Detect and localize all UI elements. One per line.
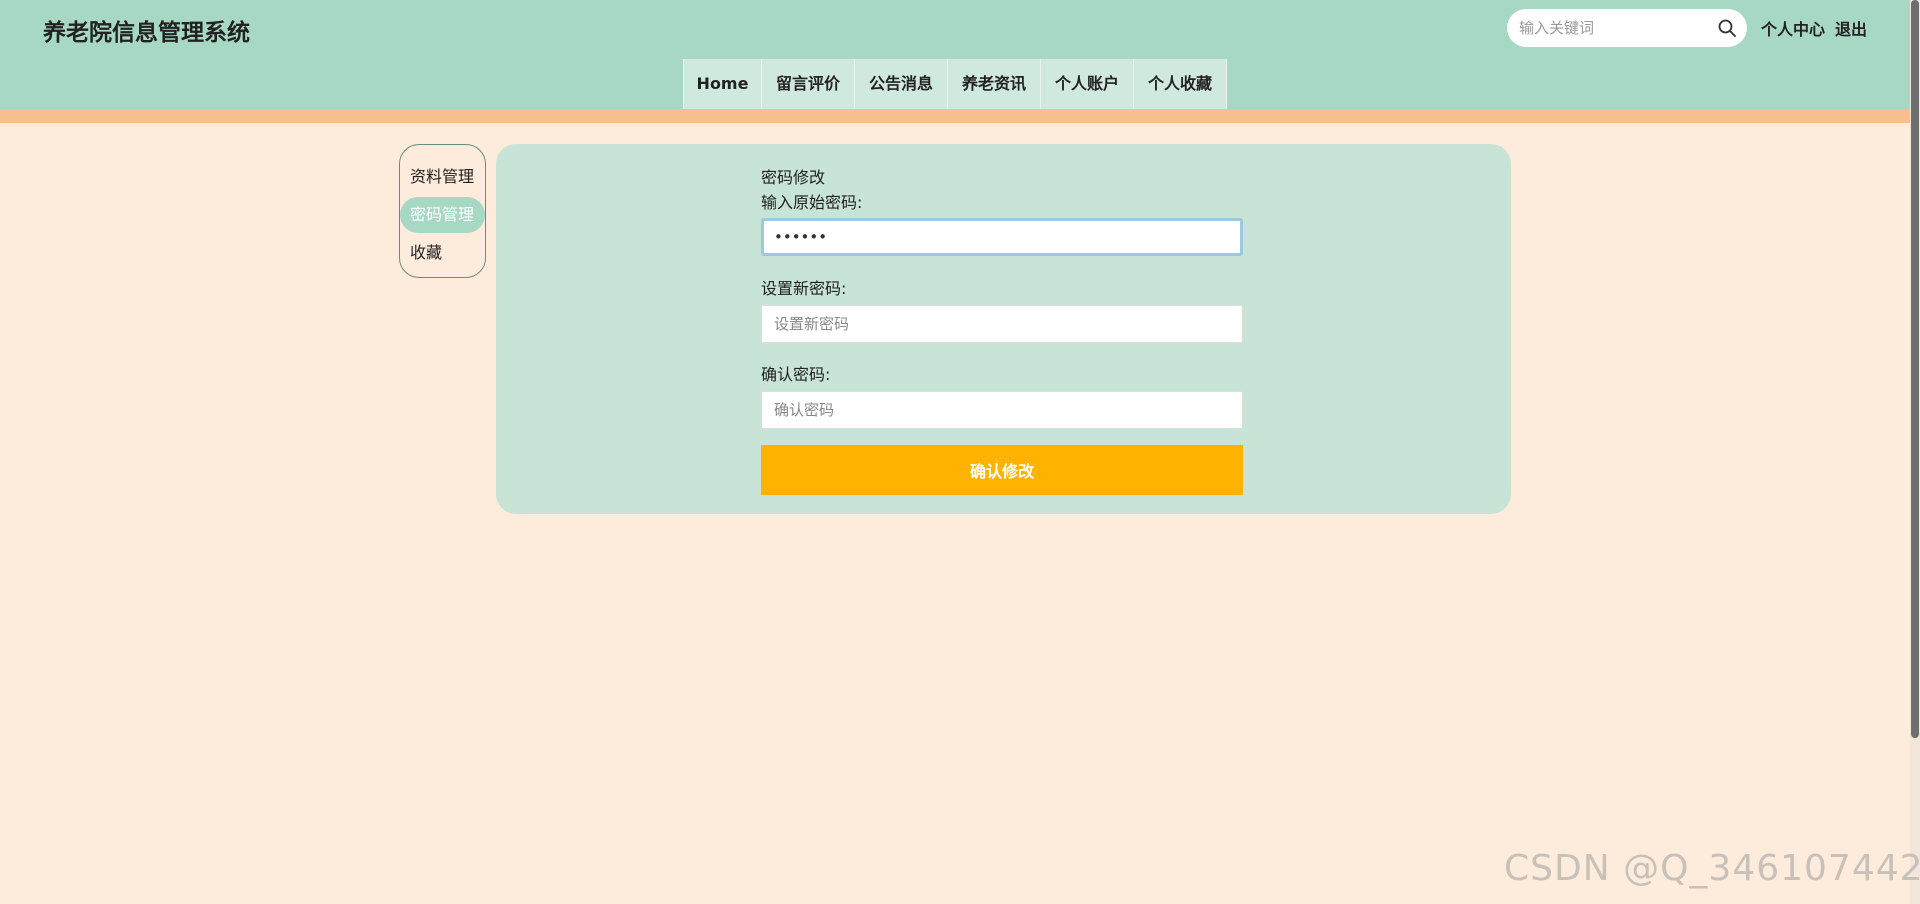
sidebar-item-password[interactable]: 密码管理 (400, 197, 485, 233)
confirm-change-button[interactable]: 确认修改 (761, 445, 1243, 495)
side-menu: 资料管理 密码管理 收藏 (399, 144, 486, 278)
nav-item-announcements[interactable]: 公告消息 (855, 59, 948, 109)
header: 养老院信息管理系统 个人中心 退出 Home 留言评价 公告消息 养老资讯 个人… (0, 0, 1920, 109)
form-title: 密码修改 (761, 168, 826, 187)
logout-link[interactable]: 退出 (1835, 16, 1867, 40)
sidebar-item-profile[interactable]: 资料管理 (400, 159, 485, 195)
watermark: CSDN @Q_3461074420 (1504, 848, 1920, 889)
nav-item-home[interactable]: Home (684, 59, 762, 109)
nav-item-favorites[interactable]: 个人收藏 (1134, 59, 1227, 109)
password-panel: 密码修改 输入原始密码: 设置新密码: 确认密码: 确认修改 (496, 144, 1511, 514)
new-password-label: 设置新密码: (761, 279, 847, 298)
nav-item-account[interactable]: 个人账户 (1041, 59, 1134, 109)
confirm-password-input[interactable] (761, 391, 1243, 429)
old-password-label: 输入原始密码: (761, 193, 863, 212)
sidebar-item-favorites[interactable]: 收藏 (400, 235, 485, 271)
old-password-input[interactable] (761, 218, 1243, 256)
nav-item-news[interactable]: 养老资讯 (948, 59, 1041, 109)
nav-item-feedback[interactable]: 留言评价 (762, 59, 855, 109)
personal-center-link[interactable]: 个人中心 (1761, 16, 1825, 40)
page: 养老院信息管理系统 个人中心 退出 Home 留言评价 公告消息 养老资讯 个人… (0, 0, 1920, 904)
app-title: 养老院信息管理系统 (43, 20, 250, 46)
search-box[interactable] (1507, 9, 1747, 47)
search-input[interactable] (1519, 15, 1709, 41)
search-icon[interactable] (1717, 18, 1737, 38)
main-nav: Home 留言评价 公告消息 养老资讯 个人账户 个人收藏 (683, 59, 1227, 109)
new-password-input[interactable] (761, 305, 1243, 343)
scrollbar-thumb[interactable] (1911, 0, 1919, 738)
accent-bar (0, 109, 1920, 123)
confirm-password-label: 确认密码: (761, 365, 831, 384)
